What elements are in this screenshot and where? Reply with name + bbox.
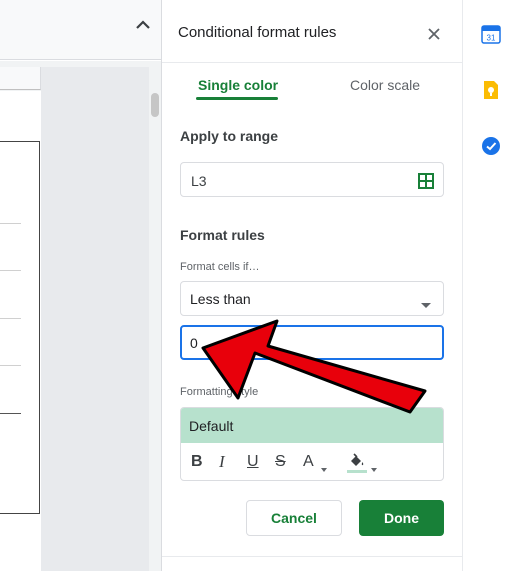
sheet-margin (41, 67, 149, 571)
svg-text:31: 31 (487, 34, 496, 43)
text-color-button[interactable]: A (303, 452, 314, 472)
divider (162, 556, 462, 557)
underline-button[interactable]: U (247, 452, 259, 472)
sheet-toolbar (0, 0, 161, 60)
print-area-box (0, 141, 40, 514)
scrollbar-thumb[interactable] (151, 93, 159, 117)
chevron-up-icon[interactable] (130, 14, 156, 36)
keep-icon[interactable] (481, 80, 501, 100)
grid-icon[interactable] (418, 173, 434, 189)
active-tab-indicator (196, 97, 278, 100)
value-text: 0 (190, 335, 198, 351)
sheet-area (0, 61, 161, 571)
conditional-format-panel: Conditional format rules Single color Co… (161, 0, 462, 571)
range-input[interactable]: L3 (180, 162, 444, 197)
strikethrough-button[interactable]: S (275, 452, 286, 472)
fill-color-swatch (347, 470, 367, 473)
formatting-style-box: Default B I U S A (180, 407, 444, 481)
formatting-style-label: Formatting style (180, 386, 259, 398)
chevron-down-icon (321, 459, 327, 472)
divider (162, 62, 462, 63)
row-divider (0, 223, 21, 224)
dropdown-arrow-icon (421, 296, 431, 308)
chevron-down-icon (371, 459, 377, 472)
row-divider (0, 365, 21, 366)
tab-single-color[interactable]: Single color (198, 77, 278, 93)
row-divider (0, 318, 21, 319)
italic-button[interactable]: I (219, 452, 225, 472)
condition-select[interactable]: Less than (180, 281, 444, 316)
paint-bucket-icon[interactable] (348, 452, 366, 470)
style-toolbar: B I U S A (181, 443, 443, 480)
row-divider (0, 270, 21, 271)
range-value: L3 (191, 173, 207, 189)
column-header[interactable] (0, 67, 41, 90)
value-input[interactable]: 0 (180, 325, 444, 360)
tab-color-scale[interactable]: Color scale (350, 77, 420, 93)
style-preview[interactable]: Default (181, 408, 443, 443)
format-rules-label: Format rules (180, 227, 265, 243)
cancel-button[interactable]: Cancel (246, 500, 342, 536)
scrollbar-track[interactable] (149, 67, 161, 571)
side-panel: 31 (462, 0, 517, 571)
style-preset: Default (189, 418, 234, 434)
condition-label: Format cells if… (180, 261, 260, 273)
tasks-icon[interactable] (481, 136, 501, 156)
done-button[interactable]: Done (359, 500, 444, 536)
calendar-icon[interactable]: 31 (481, 24, 501, 44)
apply-to-range-label: Apply to range (180, 128, 279, 144)
row-divider (0, 413, 21, 414)
panel-title: Conditional format rules (178, 24, 337, 41)
condition-value: Less than (190, 291, 251, 307)
bold-button[interactable]: B (191, 452, 203, 472)
close-icon[interactable] (424, 24, 444, 44)
